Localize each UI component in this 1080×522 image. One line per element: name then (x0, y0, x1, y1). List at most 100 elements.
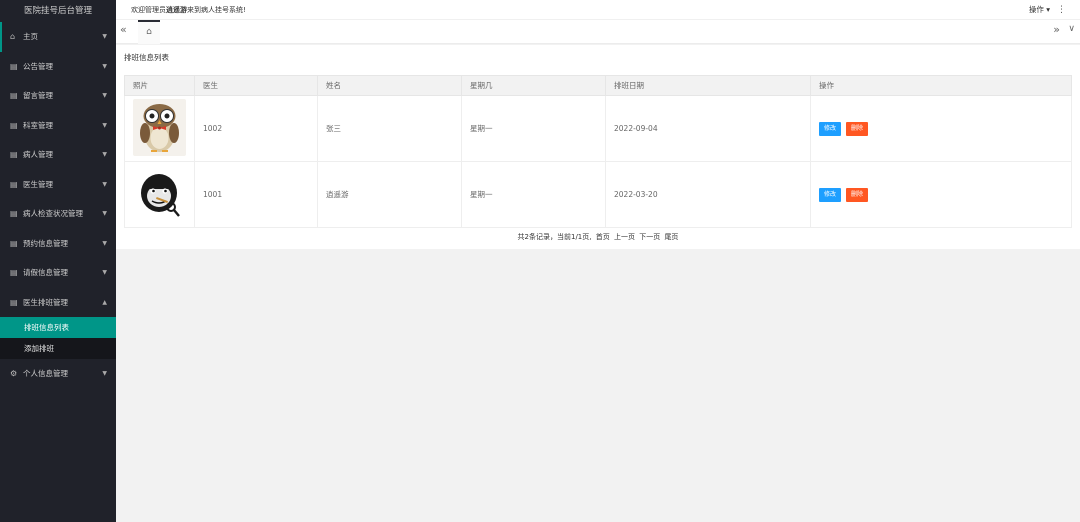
sidebar-item-patient[interactable]: ▤ 病人管理 ▼ (0, 140, 116, 170)
table-row: 1002 张三 星期一 2022-09-04 修改 删除 (124, 95, 1072, 162)
gear-icon: ⚙ (10, 369, 18, 378)
sidebar-item-label: 个人信息管理 (23, 369, 68, 378)
schedule-submenu: 排班信息列表 添加排班 (0, 317, 116, 359)
chevron-down-icon: ▼ (102, 239, 107, 247)
sidebar-item-checkup[interactable]: ▤ 病人检查状况管理 ▼ (0, 199, 116, 229)
tab-bar: « ⌂ » ∨ (116, 20, 1080, 44)
chevron-down-icon: ▼ (102, 151, 107, 158)
page-title: 排班信息列表 (124, 53, 169, 62)
pagination-last-link[interactable]: 尾页 (664, 233, 678, 241)
sidebar-item-leave[interactable]: ▤ 请假信息管理 ▼ (0, 258, 116, 288)
sidebar-item-label: 医生排班管理 (23, 297, 68, 307)
col-header-photo: 照片 (124, 75, 195, 96)
schedule-table: 照片 医生 姓名 星期几 排班日期 操作 1002 张三 星期一 2022-09… (124, 75, 1072, 228)
chevron-down-icon: ▼ (102, 269, 107, 276)
sidebar-item-notice[interactable]: ▤ 公告管理 ▼ (0, 52, 116, 82)
pagination-next-link[interactable]: 下一页 (639, 233, 660, 241)
home-icon: ⌂ (10, 32, 16, 41)
pagination-first-link[interactable]: 首页 (596, 233, 610, 241)
sidebar-item-department[interactable]: ▤ 科室管理 ▼ (0, 111, 116, 141)
main-content: 排班信息列表 照片 医生 姓名 星期几 排班日期 操作 1002 张三 星期一 … (116, 45, 1080, 249)
delete-button[interactable]: 删除 (846, 121, 869, 136)
sidebar-item-appointment[interactable]: ▤ 预约信息管理 ▼ (0, 229, 116, 259)
home-icon: ⌂ (146, 27, 152, 37)
submenu-item-schedule-list[interactable]: 排班信息列表 (0, 317, 116, 338)
col-header-date: 排班日期 (605, 75, 811, 96)
cell-actions: 修改 删除 (810, 95, 1072, 162)
calendar-icon: ▤ (10, 179, 18, 189)
cell-name: 逍遥游 (317, 161, 462, 228)
chevron-down-icon: ▼ (102, 180, 107, 188)
calendar-icon: ▤ (10, 268, 18, 277)
chevron-up-icon: ▲ (102, 298, 107, 306)
scroll-left-icon[interactable]: « (120, 23, 127, 36)
cell-doctor: 1002 (194, 95, 318, 162)
sidebar-item-home[interactable]: ⌂ 主页 ▼ (0, 22, 116, 52)
calendar-icon: ▤ (10, 150, 18, 159)
sidebar-item-label: 预约信息管理 (23, 238, 68, 248)
calendar-icon: ▤ (10, 91, 18, 100)
submenu-item-add-schedule[interactable]: 添加排班 (0, 338, 116, 359)
operation-dropdown[interactable]: 操作 ▾ (1029, 0, 1050, 20)
pagination: 共2条记录，当前1/1页, 首页 上一页 下一页 尾页 (116, 232, 1080, 242)
operation-label: 操作 (1028, 5, 1044, 14)
schedule-table-wrapper: 照片 医生 姓名 星期几 排班日期 操作 1002 张三 星期一 2022-09… (124, 75, 1072, 228)
sidebar-item-doctor[interactable]: ▤ 医生管理 ▼ (0, 170, 116, 200)
sidebar-item-label: 公告管理 (23, 61, 53, 71)
calendar-icon: ▤ (10, 120, 18, 130)
gorilla-avatar (133, 165, 186, 222)
sidebar-item-label: 主页 (23, 32, 38, 41)
chevron-down-icon: ▼ (102, 370, 107, 377)
sidebar: 医院挂号后台管理 ⌂ 主页 ▼ ▤ 公告管理 ▼ ▤ 留言管理 ▼ ▤ 科室管理 ▼ ▤… (0, 0, 116, 522)
pagination-summary: 共2条记录，当前1/1页, (517, 233, 592, 241)
welcome-prefix: 欢迎管理员 (131, 6, 166, 14)
app-logo-title: 医院挂号后台管理 (23, 6, 92, 16)
cell-photo (124, 95, 195, 162)
cell-photo (124, 161, 195, 228)
calendar-icon: ▤ (10, 238, 18, 248)
tab-options-chevron-icon[interactable]: ∨ (1068, 24, 1075, 34)
col-header-name: 姓名 (317, 75, 462, 96)
chevron-down-icon: ▼ (102, 33, 107, 40)
top-header: 欢迎管理员逍遥游来到病人挂号系统! 操作 ▾ ⋮ (116, 0, 1080, 20)
cell-name: 张三 (317, 95, 462, 162)
welcome-suffix: 来到病人挂号系统! (187, 6, 246, 14)
sidebar-item-profile[interactable]: ⚙ 个人信息管理 ▼ (0, 359, 116, 389)
caret-down-icon: ▾ (1046, 5, 1050, 14)
edit-button[interactable]: 修改 (819, 187, 842, 202)
sidebar-item-label: 医生管理 (23, 179, 53, 189)
scroll-right-icon[interactable]: » (1053, 23, 1060, 36)
cell-date: 2022-03-20 (605, 161, 811, 228)
sidebar-item-label: 科室管理 (23, 120, 53, 130)
welcome-username: 逍遥游 (166, 6, 187, 14)
pagination-prev-link[interactable]: 上一页 (614, 233, 635, 241)
chevron-down-icon: ▼ (102, 92, 107, 99)
more-vertical-icon[interactable]: ⋮ (1057, 0, 1066, 20)
sidebar-item-label: 病人检查状况管理 (23, 209, 83, 218)
calendar-icon: ▤ (10, 297, 18, 307)
chevron-down-icon: ▼ (102, 121, 107, 129)
cell-weekday: 星期一 (461, 161, 606, 228)
delete-button[interactable]: 删除 (846, 187, 869, 202)
owl-avatar (133, 99, 186, 156)
cell-doctor: 1001 (194, 161, 318, 228)
welcome-message: 欢迎管理员逍遥游来到病人挂号系统! (131, 0, 246, 20)
col-header-doctor: 医生 (194, 75, 318, 96)
table-header-row: 照片 医生 姓名 星期几 排班日期 操作 (124, 75, 1072, 96)
sidebar-item-label: 留言管理 (23, 91, 53, 100)
calendar-icon: ▤ (10, 209, 18, 218)
table-row: 1001 逍遥游 星期一 2022-03-20 修改 删除 (124, 161, 1072, 228)
cell-weekday: 星期一 (461, 95, 606, 162)
chevron-down-icon: ▼ (102, 210, 107, 217)
col-header-weekday: 星期几 (461, 75, 606, 96)
sidebar-item-schedule[interactable]: ▤ 医生排班管理 ▲ (0, 288, 116, 318)
sidebar-item-label: 病人管理 (23, 150, 53, 159)
col-header-actions: 操作 (810, 75, 1072, 96)
chevron-down-icon: ▼ (102, 62, 107, 70)
calendar-icon: ▤ (10, 61, 18, 71)
sidebar-item-message[interactable]: ▤ 留言管理 ▼ (0, 81, 116, 111)
cell-actions: 修改 删除 (810, 161, 1072, 228)
cell-date: 2022-09-04 (605, 95, 811, 162)
edit-button[interactable]: 修改 (819, 121, 842, 136)
tab-home[interactable]: ⌂ (138, 20, 160, 44)
